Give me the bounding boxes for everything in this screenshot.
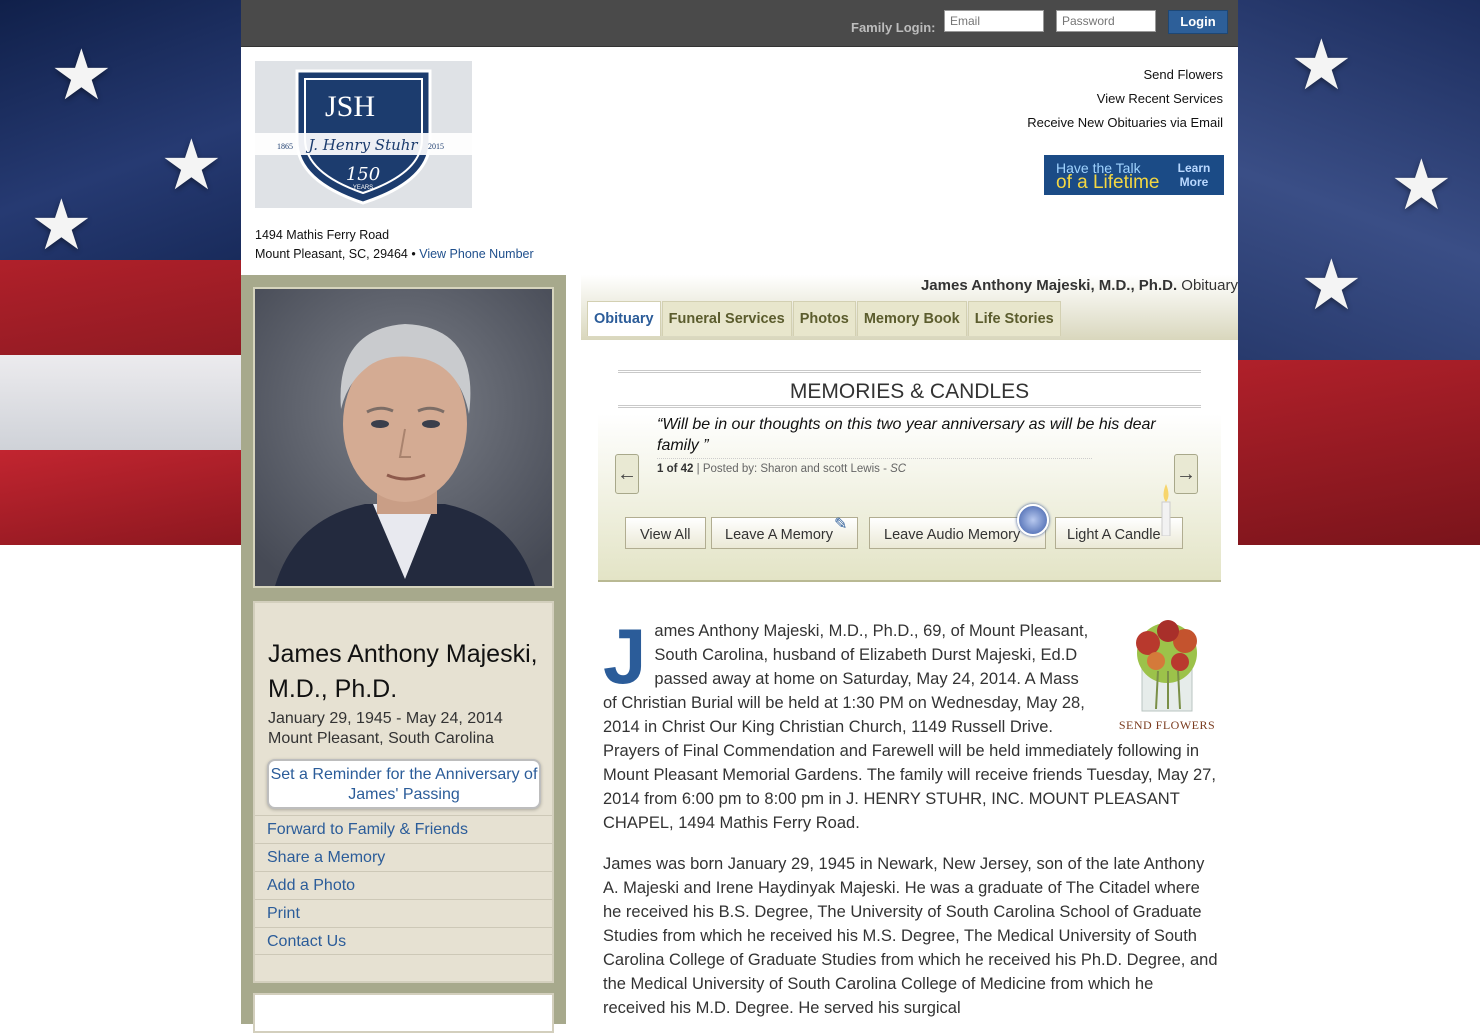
top-login-bar: Family Login: Login (241, 0, 1238, 47)
flag-star-icon: ★ (160, 126, 223, 204)
deceased-info-box: James Anthony Majeski, M.D., Ph.D. Janua… (253, 601, 554, 983)
flag-star-icon: ★ (1390, 146, 1453, 224)
talk-of-a-lifetime-banner[interactable]: Have the Talk of a Lifetime Learn More (1044, 155, 1224, 195)
deceased-dates-block: January 29, 1945 - May 24, 2014 Mount Pl… (268, 709, 503, 749)
leave-memory-button[interactable]: Leave A Memory ✎ (711, 516, 858, 549)
share-memory-link[interactable]: Share a Memory (255, 843, 552, 871)
leave-audio-memory-label: Leave Audio Memory (884, 527, 1021, 543)
send-flowers-link[interactable]: Send Flowers (1144, 67, 1223, 82)
light-a-candle-button[interactable]: Light A Candle (1055, 484, 1183, 549)
funeral-home-logo[interactable]: JSH J. Henry Stuhr 1865 2015 150 YEARS (255, 61, 472, 208)
pencil-icon: ✎ (834, 516, 848, 533)
receive-obituaries-link[interactable]: Receive New Obituaries via Email (1027, 115, 1223, 130)
address-line2: Mount Pleasant, SC, 29464 • (255, 247, 416, 261)
view-all-button[interactable]: View All (625, 517, 706, 549)
svg-text:JSH: JSH (325, 90, 375, 123)
obituary-paragraph-2: James was born January 29, 1945 in Newar… (603, 855, 1218, 1017)
login-button[interactable]: Login (1168, 10, 1228, 34)
memories-widget: MEMORIES & CANDLES “Will be in our thoug… (598, 370, 1221, 582)
tab-photos[interactable]: Photos (792, 301, 856, 336)
tab-bar: Obituary Funeral Services Photos Memory … (587, 301, 1062, 337)
page-title-suffix: Obituary (1181, 277, 1238, 294)
deceased-name: James Anthony Majeski, M.D., Ph.D. (268, 640, 538, 703)
memory-meta: 1 of 42 | Posted by: Sharon and scott Le… (657, 458, 1092, 475)
print-link[interactable]: Print (255, 899, 552, 927)
memory-quote: “Will be in our thoughts on this two yea… (657, 416, 1156, 454)
address-block: 1494 Mathis Ferry Road Mount Pleasant, S… (255, 226, 534, 264)
password-input[interactable] (1056, 10, 1156, 32)
tab-memory-book[interactable]: Memory Book (856, 301, 967, 336)
banner-cta: Learn More (1177, 161, 1211, 189)
svg-text:1865: 1865 (277, 142, 293, 151)
next-memory-arrow-icon[interactable]: → (1174, 454, 1198, 494)
send-flowers-image[interactable]: SEND FLOWERS (1108, 613, 1226, 733)
leave-audio-memory-button[interactable]: Leave Audio Memory (869, 504, 1049, 549)
memory-state: SC (890, 463, 907, 475)
address-line1: 1494 Mathis Ferry Road (255, 228, 390, 242)
view-phone-link[interactable]: View Phone Number (419, 247, 533, 261)
tab-obituary[interactable]: Obituary (587, 301, 661, 336)
flag-star-icon: ★ (50, 36, 113, 114)
recent-services-link[interactable]: View Recent Services (1097, 91, 1223, 106)
prev-memory-arrow-icon[interactable]: ← (615, 454, 639, 494)
page-title: James Anthony Majeski, M.D., Ph.D. Obitu… (921, 277, 1238, 294)
email-input[interactable] (944, 10, 1044, 32)
memories-heading: MEMORIES & CANDLES (618, 370, 1201, 408)
main-content: James Anthony Majeski, M.D., Ph.D. Obitu… (581, 275, 1238, 1024)
svg-text:2015: 2015 (428, 142, 444, 151)
title-strip: James Anthony Majeski, M.D., Ph.D. Obitu… (581, 275, 1238, 340)
page-title-name: James Anthony Majeski, M.D., Ph.D. (920, 277, 1178, 294)
tab-funeral-services[interactable]: Funeral Services (661, 301, 792, 336)
memories-panel: “Will be in our thoughts on this two yea… (598, 414, 1221, 582)
banner-line2: of a Lifetime (1056, 172, 1160, 193)
candle-icon (1160, 484, 1171, 537)
svg-text:YEARS: YEARS (353, 185, 373, 191)
memory-counter: 1 of 42 (657, 463, 694, 475)
flag-star-icon: ★ (1300, 246, 1363, 324)
obituary-text: SEND FLOWERS J ames Anthony Majeski, M.D… (603, 612, 1220, 1020)
send-flowers-label: SEND FLOWERS (1118, 718, 1216, 732)
add-photo-link[interactable]: Add a Photo (255, 871, 552, 899)
svg-text:J. Henry Stuhr: J. Henry Stuhr (305, 136, 418, 154)
tab-life-stories[interactable]: Life Stories (967, 301, 1061, 336)
deceased-dates: January 29, 1945 - May 24, 2014 (268, 710, 503, 727)
flag-star-icon: ★ (30, 186, 93, 264)
left-sidebar: James Anthony Majeski, M.D., Ph.D. Janua… (241, 275, 566, 1033)
anniversary-reminder-button[interactable]: Set a Reminder for the Anniversary of Ja… (267, 759, 541, 809)
family-login-label: Family Login: (851, 20, 936, 35)
page-container: Family Login: Login JSH J. Henry Stuhr 1… (241, 0, 1238, 1033)
contact-us-link[interactable]: Contact Us (255, 927, 552, 955)
drop-cap: J (603, 612, 647, 700)
memory-posted-by: | Posted by: Sharon and scott Lewis - (696, 463, 887, 475)
audio-disc-icon (1017, 504, 1049, 536)
svg-text:150: 150 (346, 164, 380, 185)
deceased-location: Mount Pleasant, South Carolina (268, 730, 494, 747)
left-bottom-box (253, 993, 554, 1033)
leave-memory-label: Leave A Memory (725, 527, 833, 543)
light-a-candle-label: Light A Candle (1067, 527, 1161, 543)
deceased-portrait (253, 287, 554, 588)
flag-star-icon: ★ (1290, 26, 1353, 104)
forward-to-friends-link[interactable]: Forward to Family & Friends (255, 815, 552, 843)
